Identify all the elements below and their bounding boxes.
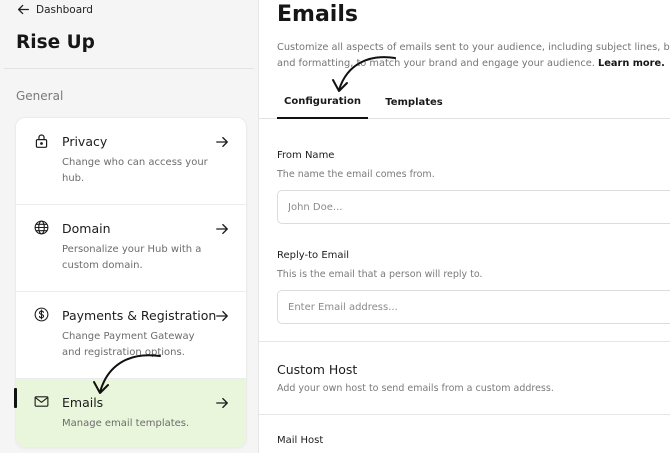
tab-configuration[interactable]: Configuration bbox=[277, 86, 368, 119]
reply-to-email-help: This is the email that a person will rep… bbox=[277, 269, 483, 280]
nav-item-emails[interactable]: Emails Manage email templates. bbox=[16, 379, 246, 447]
tab-bar: Configuration Templates bbox=[259, 86, 670, 119]
page-description-line2: and formatting, to match your brand and … bbox=[277, 58, 595, 69]
sidebar: Dashboard Rise Up General Privacy Change… bbox=[0, 0, 259, 453]
active-indicator bbox=[14, 388, 17, 408]
from-name-help: The name the email comes from. bbox=[277, 169, 435, 180]
dollar-icon bbox=[33, 306, 50, 323]
section-label-general: General bbox=[16, 89, 64, 103]
nav-item-description: Change Payment Gateway and registration … bbox=[62, 331, 195, 358]
nav-item-title: Domain bbox=[62, 221, 111, 236]
nav-item-description: Manage email templates. bbox=[62, 418, 190, 429]
arrow-right-icon bbox=[215, 395, 229, 409]
main-content: Emails Customize all aspects of emails s… bbox=[259, 0, 670, 453]
arrow-right-icon bbox=[215, 134, 229, 148]
nav-item-title: Emails bbox=[62, 395, 104, 410]
tab-templates[interactable]: Templates bbox=[383, 86, 445, 119]
nav-item-title: Privacy bbox=[62, 134, 108, 149]
arrow-right-icon bbox=[215, 308, 229, 322]
lock-icon bbox=[33, 132, 50, 149]
back-to-dashboard-link[interactable]: Dashboard bbox=[17, 3, 93, 16]
nav-item-description: Personalize your Hub with a custom domai… bbox=[62, 244, 202, 271]
section-divider bbox=[259, 414, 670, 415]
sidebar-divider bbox=[4, 68, 254, 69]
reply-to-email-input[interactable] bbox=[277, 290, 670, 324]
learn-more-link[interactable]: Learn more. bbox=[598, 58, 665, 69]
nav-item-title: Payments & Registration bbox=[62, 308, 217, 323]
page-title: Emails bbox=[277, 2, 358, 27]
settings-nav-card: Privacy Change who can access your hub. … bbox=[15, 117, 247, 448]
globe-icon bbox=[33, 219, 50, 236]
nav-item-domain[interactable]: Domain Personalize your Hub with a custo… bbox=[16, 205, 246, 292]
mail-host-label: Mail Host bbox=[277, 435, 324, 446]
page-description-line1: Customize all aspects of emails sent to … bbox=[277, 42, 670, 53]
custom-host-title: Custom Host bbox=[277, 362, 358, 377]
section-divider bbox=[259, 341, 670, 342]
page-description: Customize all aspects of emails sent to … bbox=[277, 40, 670, 72]
nav-item-payments-registration[interactable]: Payments & Registration Change Payment G… bbox=[16, 292, 246, 379]
custom-host-description: Add your own host to send emails from a … bbox=[277, 383, 554, 394]
nav-item-privacy[interactable]: Privacy Change who can access your hub. bbox=[16, 118, 246, 205]
app-title: Rise Up bbox=[16, 32, 95, 53]
nav-item-description: Change who can access your hub. bbox=[62, 157, 208, 184]
reply-to-email-label: Reply-to Email bbox=[277, 250, 350, 261]
arrow-left-icon bbox=[17, 4, 30, 15]
back-link-label: Dashboard bbox=[36, 3, 93, 16]
arrow-right-icon bbox=[215, 221, 229, 235]
mail-icon bbox=[33, 393, 50, 410]
from-name-label: From Name bbox=[277, 150, 335, 161]
from-name-input[interactable] bbox=[277, 190, 670, 224]
